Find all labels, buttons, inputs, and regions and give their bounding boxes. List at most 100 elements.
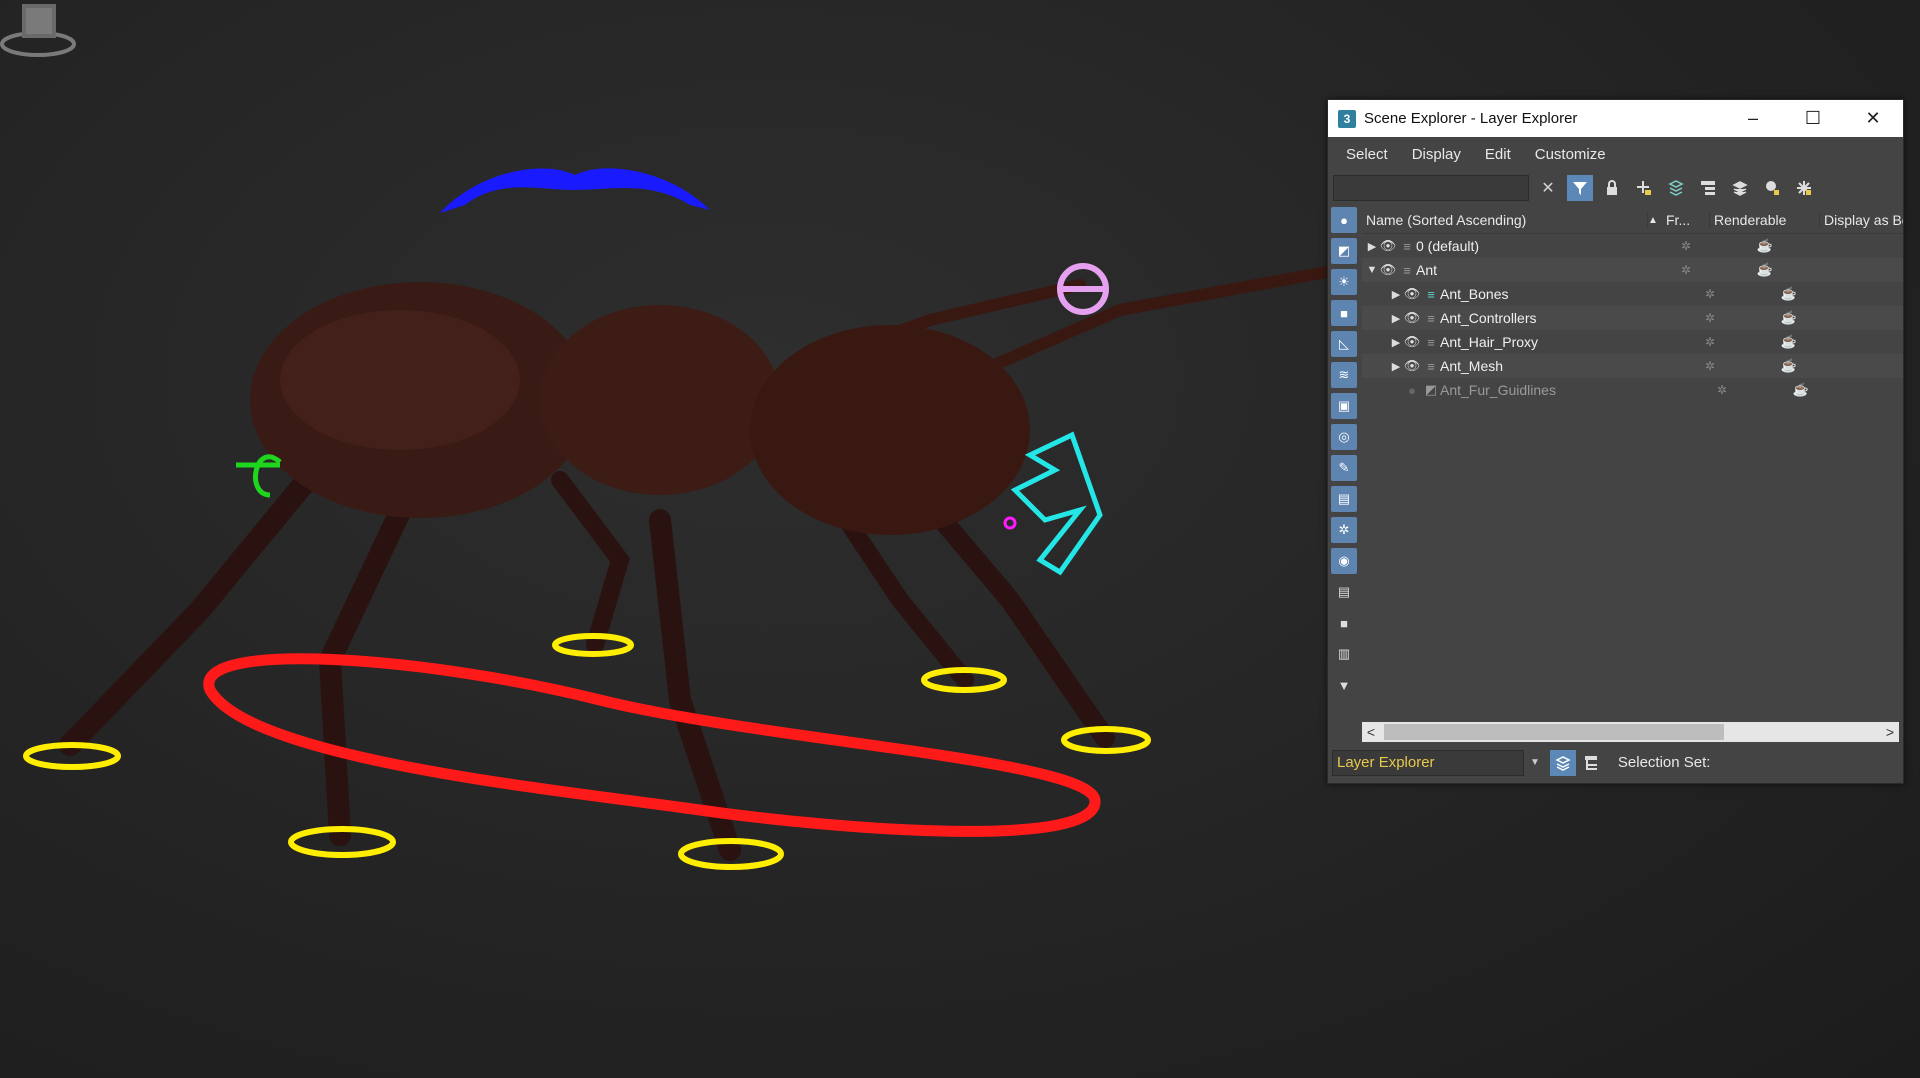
hierarchy-icon[interactable] [1695, 175, 1721, 201]
tree-row[interactable]: ▶ 👁 ≡ Ant_Bones ✲ ☕ [1362, 282, 1903, 306]
scene-explorer-window[interactable]: 3 Scene Explorer - Layer Explorer – ☐ ✕ … [1327, 99, 1904, 784]
horizontal-scrollbar[interactable]: < > [1362, 722, 1899, 742]
freeze-icon[interactable]: ✲ [1662, 239, 1710, 253]
menu-edit[interactable]: Edit [1473, 146, 1523, 163]
layer-name: Ant_Hair_Proxy [1440, 334, 1539, 350]
jaw-controller [1010, 431, 1103, 576]
menu-customize[interactable]: Customize [1523, 146, 1618, 163]
expand-arrow-icon[interactable]: ▶ [1390, 336, 1402, 349]
geometry-filter-icon[interactable]: ● [1331, 207, 1357, 233]
teapot-icon[interactable]: ☕ [1710, 238, 1820, 254]
teapot-icon[interactable]: ☕ [1734, 310, 1844, 326]
expand-arrow-icon[interactable]: ▶ [1366, 240, 1378, 253]
eye-icon[interactable]: 👁 [1378, 238, 1398, 254]
display-all-icon[interactable]: ▤ [1331, 579, 1357, 605]
search-input[interactable] [1333, 175, 1529, 201]
teapot-icon[interactable]: ☕ [1746, 382, 1856, 398]
light-filter-icon[interactable]: ☀ [1331, 269, 1357, 295]
lock-icon[interactable] [1599, 175, 1625, 201]
freeze-icon[interactable]: ✲ [1686, 287, 1734, 301]
column-frozen[interactable]: Fr... [1662, 212, 1710, 228]
object-name: Ant_Fur_Guidlines [1440, 382, 1556, 398]
layer-name: Ant_Bones [1440, 286, 1509, 302]
close-button[interactable]: ✕ [1843, 100, 1903, 137]
frozen-filter-icon[interactable]: ✲ [1331, 517, 1357, 543]
tree-row[interactable]: ▶ 👁 ≡ 0 (default) ✲ ☕ [1362, 234, 1903, 258]
expand-arrow-icon[interactable]: ▶ [1390, 312, 1402, 325]
invert-display-icon[interactable]: ▥ [1331, 641, 1357, 667]
teapot-icon[interactable]: ☕ [1734, 334, 1844, 350]
freeze-icon[interactable]: ✲ [1662, 263, 1710, 277]
head-controller [440, 168, 710, 213]
tree-row[interactable]: ▼ 👁 ≡ Ant ✲ ☕ [1362, 258, 1903, 282]
menu-bar: Select Display Edit Customize [1328, 137, 1903, 171]
expand-arrow-icon[interactable]: ▶ [1390, 360, 1402, 373]
hierarchy-mode-icon[interactable] [1578, 750, 1604, 776]
group-filter-icon[interactable]: ▣ [1331, 393, 1357, 419]
spacewarp-filter-icon[interactable]: ≋ [1331, 362, 1357, 388]
camera-filter-icon[interactable]: ■ [1331, 300, 1357, 326]
layer-icon: ≡ [1427, 358, 1435, 374]
freeze-icon[interactable]: ✲ [1686, 359, 1734, 373]
filter-options-icon[interactable]: ▼ [1331, 672, 1357, 698]
shape-icon: ◩ [1424, 382, 1438, 397]
eye-icon[interactable]: 👁 [1402, 286, 1422, 302]
menu-select[interactable]: Select [1334, 146, 1400, 163]
create-layer-icon[interactable] [1631, 175, 1657, 201]
toolbar: ✕ [1328, 171, 1903, 205]
tree-row[interactable]: ● ◩ Ant_Fur_Guidlines ✲ ☕ [1362, 378, 1903, 402]
container-filter-icon[interactable]: ▤ [1331, 486, 1357, 512]
freeze-icon[interactable]: ✲ [1686, 335, 1734, 349]
layer-icon: ≡ [1403, 262, 1411, 278]
teapot-icon[interactable]: ☕ [1734, 358, 1844, 374]
minimize-button[interactable]: – [1723, 100, 1783, 137]
eye-icon[interactable]: 👁 [1402, 310, 1422, 326]
layer-name: 0 (default) [1416, 238, 1480, 254]
layer-name: Ant [1416, 262, 1438, 278]
tree-row[interactable]: ▶ 👁 ≡ Ant_Mesh ✲ ☕ [1362, 354, 1903, 378]
eye-icon[interactable]: 👁 [1402, 334, 1422, 350]
teapot-icon[interactable]: ☕ [1734, 286, 1844, 302]
viewcube-icon[interactable] [0, 0, 76, 60]
xref-filter-icon[interactable]: ◎ [1331, 424, 1357, 450]
column-display-as-box[interactable]: Display as Bo: [1820, 212, 1903, 228]
expand-arrow-icon[interactable]: ▶ [1390, 288, 1402, 301]
settings-icon[interactable] [1791, 175, 1817, 201]
helper-filter-icon[interactable]: ◺ [1331, 331, 1357, 357]
column-name[interactable]: Name (Sorted Ascending) [1362, 212, 1648, 228]
tree-row[interactable]: ▶ 👁 ≡ Ant_Controllers ✲ ☕ [1362, 306, 1903, 330]
scroll-left-icon[interactable]: < [1362, 724, 1380, 740]
light-icon[interactable] [1759, 175, 1785, 201]
scroll-right-icon[interactable]: > [1881, 724, 1899, 740]
layer-mode-icon[interactable] [1549, 749, 1576, 776]
filter-icon[interactable] [1567, 175, 1593, 201]
freeze-icon[interactable]: ✲ [1698, 383, 1746, 397]
explorer-mode-dropdown[interactable]: Layer Explorer [1332, 749, 1524, 776]
tree-row[interactable]: ▶ 👁 ≡ Ant_Hair_Proxy ✲ ☕ [1362, 330, 1903, 354]
column-renderable[interactable]: Renderable [1710, 212, 1820, 228]
teapot-icon[interactable]: ☕ [1710, 262, 1820, 278]
layer-icon: ≡ [1427, 310, 1435, 326]
menu-display[interactable]: Display [1400, 146, 1473, 163]
collapse-arrow-icon[interactable]: ▼ [1366, 264, 1378, 276]
clear-search-icon[interactable]: ✕ [1535, 175, 1561, 201]
mandible-controller [1003, 516, 1017, 530]
display-none-icon[interactable]: ■ [1331, 610, 1357, 636]
shape-filter-icon[interactable]: ◩ [1331, 238, 1357, 264]
maximize-button[interactable]: ☐ [1783, 100, 1843, 137]
layer-name: Ant_Controllers [1440, 310, 1537, 326]
chevron-down-icon[interactable]: ▼ [1530, 757, 1540, 768]
freeze-icon[interactable]: ✲ [1686, 311, 1734, 325]
layers-icon[interactable] [1727, 175, 1753, 201]
eye-icon[interactable]: ● [1402, 383, 1422, 398]
bone-filter-icon[interactable]: ✎ [1331, 455, 1357, 481]
eye-icon[interactable]: 👁 [1378, 262, 1398, 278]
window-titlebar[interactable]: 3 Scene Explorer - Layer Explorer – ☐ ✕ [1328, 100, 1903, 137]
ant-head [750, 325, 1030, 535]
layer-name: Ant_Mesh [1440, 358, 1504, 374]
scroll-thumb[interactable] [1384, 724, 1724, 740]
add-to-layer-icon[interactable] [1663, 175, 1689, 201]
ant-antenna-right [954, 266, 1333, 386]
hidden-filter-icon[interactable]: ◉ [1331, 548, 1357, 574]
eye-icon[interactable]: 👁 [1402, 358, 1422, 374]
